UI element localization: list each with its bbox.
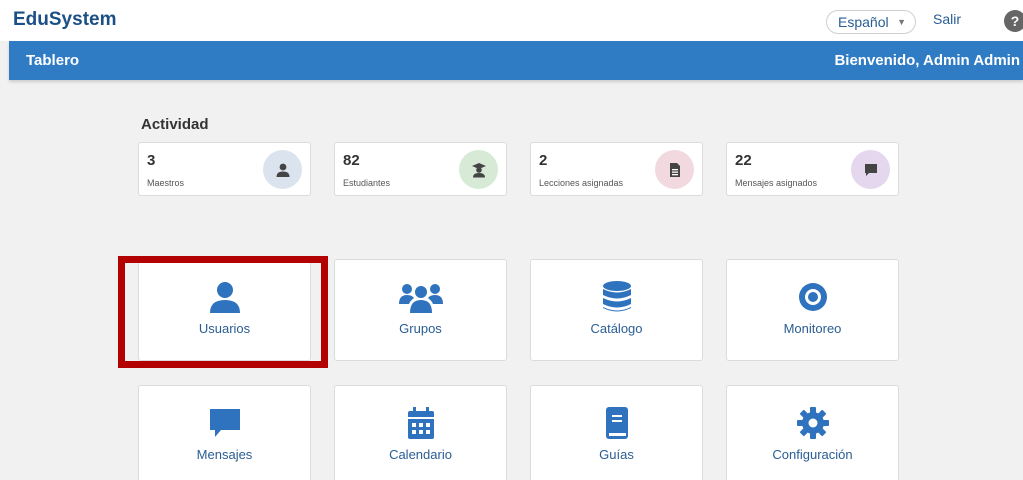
module-label: Grupos (399, 321, 442, 336)
eye-icon (727, 280, 898, 314)
message-icon (851, 150, 890, 189)
module-calendar[interactable]: Calendario (334, 385, 507, 480)
module-label: Mensajes (196, 447, 253, 462)
stat-label: Mensajes asignados (735, 178, 818, 188)
stat-card-teachers: 3 Maestros (138, 142, 311, 196)
module-messages[interactable]: Mensajes (138, 385, 311, 480)
page-title: Tablero (26, 52, 80, 69)
module-label: Configuración (772, 447, 853, 462)
welcome-text: Bienvenido, Admin Admin (834, 52, 1020, 69)
module-label: Calendario (389, 447, 452, 462)
module-settings[interactable]: Configuración (726, 385, 899, 480)
teacher-icon (263, 150, 302, 189)
stat-value: 22 (735, 152, 752, 169)
book-icon (531, 406, 702, 440)
stat-card-messages: 22 Mensajes asignados (726, 142, 899, 196)
message-icon (139, 406, 310, 440)
stat-label: Estudiantes (343, 178, 391, 188)
top-bar: EduSystem Español ▼ Salir ? (0, 0, 1023, 41)
group-icon (335, 280, 506, 314)
gear-icon (727, 406, 898, 440)
calendar-icon (335, 406, 506, 440)
language-value: Español (838, 14, 889, 30)
module-label: Catálogo (590, 321, 643, 336)
module-catalog[interactable]: Catálogo (530, 259, 703, 361)
module-monitoring[interactable]: Monitoreo (726, 259, 899, 361)
module-label: Monitoreo (783, 321, 842, 336)
stat-card-students: 82 Estudiantes (334, 142, 507, 196)
stat-value: 82 (343, 152, 360, 169)
help-icon[interactable]: ? (1004, 10, 1023, 32)
chevron-down-icon: ▼ (897, 17, 906, 27)
activity-title: Actividad (141, 116, 209, 133)
module-guides[interactable]: Guías (530, 385, 703, 480)
nav-bar: Tablero Bienvenido, Admin Admin (9, 41, 1023, 80)
language-select[interactable]: Español ▼ (826, 10, 916, 34)
logout-link[interactable]: Salir (933, 11, 961, 27)
selection-highlight (118, 256, 328, 368)
stat-card-lessons: 2 Lecciones asignadas (530, 142, 703, 196)
stat-label: Lecciones asignadas (539, 178, 624, 188)
database-icon (531, 280, 702, 314)
document-icon (655, 150, 694, 189)
stat-value: 3 (147, 152, 156, 169)
stat-value: 2 (539, 152, 548, 169)
module-groups[interactable]: Grupos (334, 259, 507, 361)
graduate-icon (459, 150, 498, 189)
app-brand[interactable]: EduSystem (13, 9, 116, 31)
module-label: Guías (599, 447, 634, 462)
stat-label: Maestros (147, 178, 185, 188)
